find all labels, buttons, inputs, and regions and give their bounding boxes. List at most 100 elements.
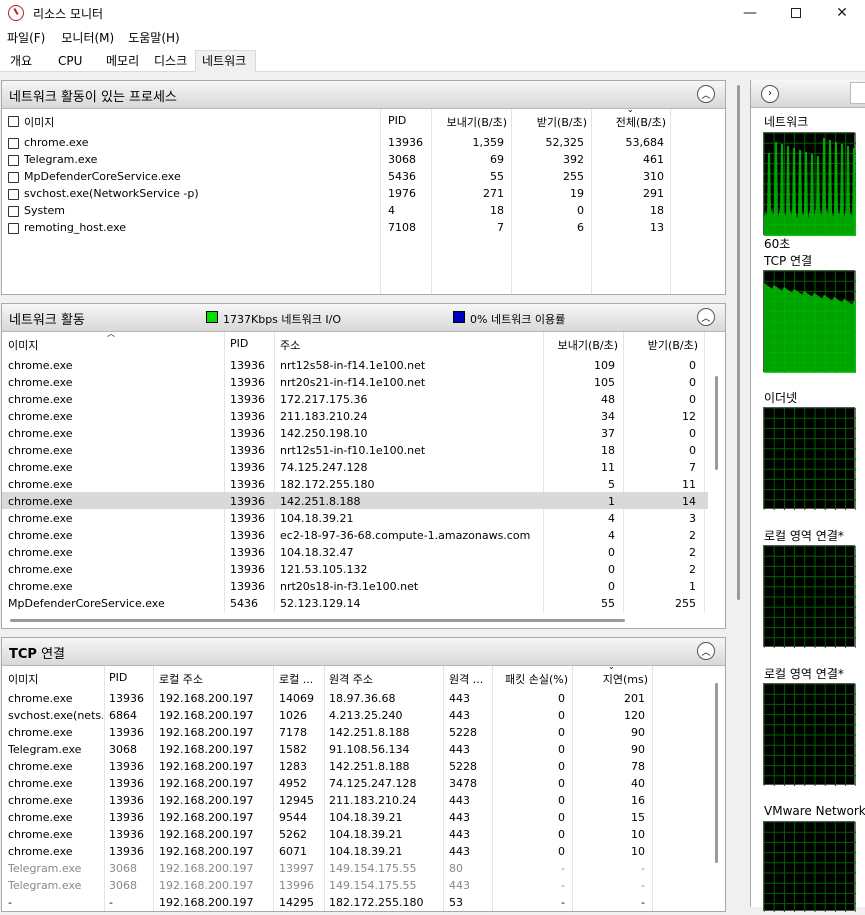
activity-image: chrome.exe [8,376,73,389]
process-checkbox[interactable] [8,223,19,234]
tcp-local-port: 1283 [279,760,307,773]
view-dropdown[interactable] [850,82,865,104]
collapse-icon[interactable]: ︿ [697,642,715,660]
panel-splitter[interactable] [734,80,744,907]
activity-address: 104.18.32.47 [280,546,354,559]
process-checkbox[interactable] [8,189,19,200]
activity-send: 109 [594,359,615,372]
activity-pid: 13936 [230,529,265,542]
col-recv[interactable]: 받기(B/초) [511,114,587,130]
tcp-local-port: 1026 [279,709,307,722]
process-checkbox[interactable] [8,172,19,183]
process-recv: 6 [577,221,584,234]
resource-monitor-icon [8,5,24,21]
activity-pid: 13936 [230,461,265,474]
tcp-packet-loss: 0 [558,760,565,773]
tcp-packet-loss: 0 [558,743,565,756]
vertical-scrollbar[interactable] [715,376,718,470]
maximize-button[interactable] [773,0,819,26]
col-local-port[interactable]: 로컬 ... [279,671,313,687]
tcp-local-address: 192.168.200.197 [159,879,254,892]
col-recv[interactable]: 받기(B/초) [623,337,698,353]
collapse-icon[interactable]: ︿ [697,85,715,103]
io-legend-label: 1737Kbps 네트워크 I/O [223,313,341,326]
process-checkbox[interactable] [8,155,19,166]
collapse-icon[interactable]: ︿ [697,308,715,326]
select-all-checkbox[interactable] [8,116,19,127]
activity-send: 0 [608,580,615,593]
expand-chevron-icon[interactable]: › [761,85,779,103]
menu-file[interactable]: 파일(F) [0,29,52,46]
col-pid[interactable]: PID [230,337,248,350]
col-address[interactable]: 주소 [280,337,300,353]
sort-arrow-icon: ︿ [107,329,115,338]
tab-memory[interactable]: 메모리 [100,51,139,72]
tcp-panel-header[interactable]: TCP 연결 ︿ [2,638,725,666]
tcp-local-port: 9544 [279,811,307,824]
tcp-local-address: 192.168.200.197 [159,726,254,739]
col-send[interactable]: 보내기(B/초) [543,337,618,353]
graph-label-network: 네트워크 [764,115,809,129]
tab-disk[interactable]: 디스크 [148,51,187,72]
vertical-scrollbar[interactable] [715,683,718,863]
col-packet-loss[interactable]: 패킷 손실(%) [492,671,568,687]
tcp-image: Telegram.exe [8,743,82,756]
tcp-local-port: 12945 [279,794,314,807]
util-legend-label: 0% 네트워크 이용률 [470,313,566,326]
tab-cpu[interactable]: CPU [52,51,82,72]
menu-monitor[interactable]: 모니터(M) [54,29,121,46]
col-remote-address[interactable]: 원격 주소 [329,671,373,687]
tcp-pid: 3068 [109,879,137,892]
col-total[interactable]: 전체(B/초) [591,114,666,130]
tcp-latency: 201 [624,692,645,705]
tcp-local-port: 4952 [279,777,307,790]
activity-send: 18 [601,444,615,457]
minimize-button[interactable]: — [727,0,773,26]
tcp-local-address: 192.168.200.197 [159,743,254,756]
tcp-packet-loss: 0 [558,692,565,705]
tcp-packet-loss: 0 [558,811,565,824]
process-name: Telegram.exe [24,153,98,166]
tcp-latency: 16 [631,794,645,807]
graph-time-label: 60초 [764,237,791,251]
tcp-remote-port: 443 [449,692,470,705]
graphs-pane: › 네트워크 60초 TCP 연결 이더넷 로컬 영역 연결* 로컬 영역 연결… [750,80,865,912]
col-image[interactable]: 이미지 [8,337,38,353]
activity-image: chrome.exe [8,546,73,559]
close-button[interactable]: ✕ [819,0,865,26]
processes-panel-header[interactable]: 네트워크 활동이 있는 프로세스 ︿ [2,81,725,109]
menu-help[interactable]: 도움말(H) [121,29,187,46]
activity-send: 11 [601,461,615,474]
activity-send: 0 [608,563,615,576]
process-send: 55 [490,170,504,183]
tcp-remote-address: 104.18.39.21 [329,811,403,824]
activity-send: 37 [601,427,615,440]
col-remote-port[interactable]: 원격 ... [449,671,483,687]
col-latency[interactable]: 지연(ms) [572,671,648,687]
process-checkbox[interactable] [8,206,19,217]
tab-overview[interactable]: 개요 [4,51,32,72]
horizontal-scrollbar[interactable] [10,619,625,622]
activity-image: chrome.exe [8,529,73,542]
minimize-icon: — [743,5,757,21]
col-send[interactable]: 보내기(B/초) [431,114,507,130]
process-recv: 19 [570,187,584,200]
activity-recv: 0 [689,359,696,372]
activity-send: 34 [601,410,615,423]
col-pid[interactable]: PID [109,671,127,684]
tab-network[interactable]: 네트워크 [195,50,256,73]
col-image[interactable]: 이미지 [24,114,54,130]
col-local-address[interactable]: 로컬 주소 [159,671,203,687]
tcp-pid: 13936 [109,726,144,739]
tcp-local-port: 6071 [279,845,307,858]
activity-address: nrt20s18-in-f3.1e100.net [280,580,419,593]
tcp-pid: - [109,896,113,909]
col-pid[interactable]: PID [388,114,406,127]
tcp-local-address: 192.168.200.197 [159,845,254,858]
graph-label-tcp: TCP 연결 [764,254,813,268]
activity-send: 5 [608,478,615,491]
activity-pid: 13936 [230,410,265,423]
process-send: 69 [490,153,504,166]
process-checkbox[interactable] [8,138,19,149]
col-image[interactable]: 이미지 [8,671,38,687]
